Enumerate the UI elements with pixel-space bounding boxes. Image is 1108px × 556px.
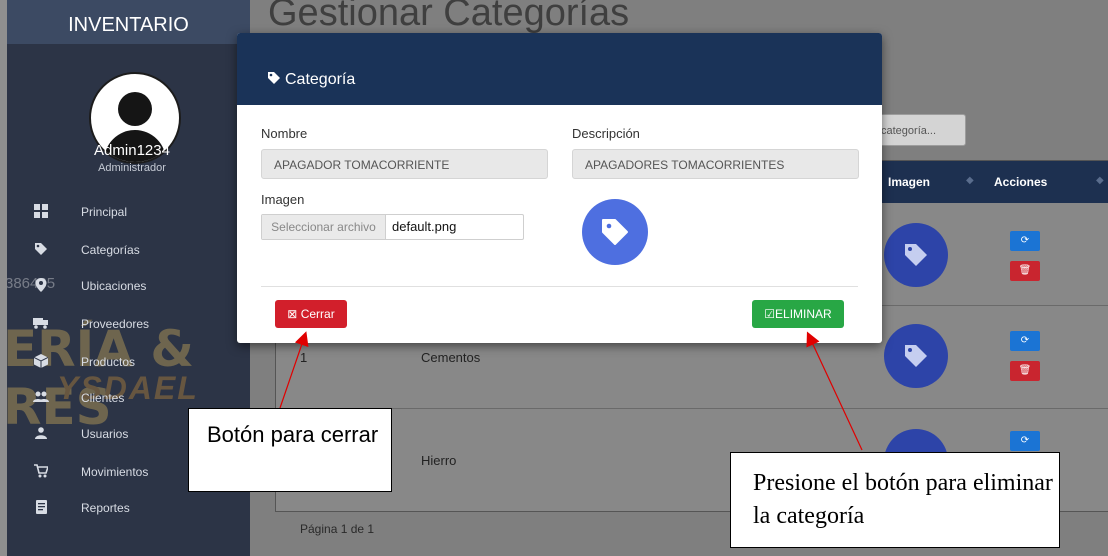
close-annotation: Botón para cerrar bbox=[188, 408, 392, 492]
delete-annotation: Presione el botón para eliminar la categ… bbox=[730, 452, 1060, 548]
